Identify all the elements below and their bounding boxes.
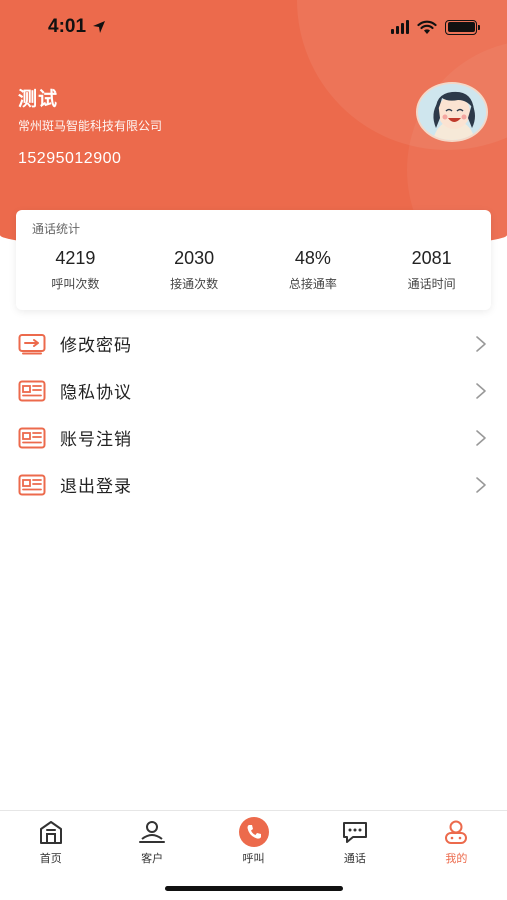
wifi-icon — [417, 20, 437, 34]
stats-title: 通话统计 — [32, 222, 81, 236]
stats-row: 4219 呼叫次数 2030 接通次数 48% 总接通率 2081 通话时间 — [16, 248, 491, 292]
chevron-right-icon — [476, 335, 486, 352]
profile-icon — [445, 820, 468, 844]
status-indicators — [391, 19, 480, 35]
stat-call-duration: 2081 通话时间 — [372, 248, 491, 292]
menu-item-label: 隐私协议 — [60, 383, 132, 403]
menu-item-delete-account[interactable]: 账号注销 — [0, 414, 507, 461]
tab-label: 客户 — [141, 852, 164, 865]
menu-item-privacy-policy[interactable]: 隐私协议 — [0, 367, 507, 414]
chevron-right-icon — [476, 382, 486, 399]
tab-label: 我的 — [445, 852, 468, 865]
tab-label: 通话 — [343, 852, 366, 865]
document-icon — [18, 427, 46, 448]
cellular-signal-icon — [391, 20, 409, 34]
password-icon — [18, 333, 46, 354]
customer-icon — [139, 821, 166, 843]
home-icon — [39, 821, 62, 844]
document-icon — [18, 474, 46, 495]
profile-info: 测试 常州斑马智能科技有限公司 15295012900 — [18, 84, 162, 168]
phone-icon — [238, 817, 269, 847]
user-name: 测试 — [18, 88, 59, 110]
stat-connected-count: 2030 接通次数 — [135, 248, 254, 292]
stat-label: 总接通率 — [288, 277, 337, 291]
home-indicator[interactable] — [165, 886, 343, 891]
chevron-right-icon — [476, 476, 486, 493]
avatar[interactable] — [416, 82, 488, 142]
stat-connect-rate: 48% 总接通率 — [254, 248, 373, 292]
tab-mine[interactable]: 我的 — [406, 817, 507, 873]
status-bar: 4:01 — [0, 0, 507, 54]
stat-value: 48% — [294, 248, 331, 268]
stat-label: 接通次数 — [170, 277, 219, 291]
stat-call-count: 4219 呼叫次数 — [16, 248, 135, 292]
settings-menu: 修改密码 隐私协议 账号注销 退出登录 — [0, 320, 507, 508]
chevron-right-icon — [476, 429, 486, 446]
stat-value: 4219 — [55, 248, 96, 268]
tab-home[interactable]: 首页 — [0, 817, 101, 873]
company-name: 常州斑马智能科技有限公司 — [18, 119, 163, 133]
status-time-text: 4:01 — [48, 16, 87, 37]
tab-label: 首页 — [39, 852, 62, 865]
menu-item-logout[interactable]: 退出登录 — [0, 461, 507, 508]
menu-item-label: 账号注销 — [60, 430, 132, 450]
battery-icon — [445, 19, 480, 35]
menu-item-label: 修改密码 — [60, 336, 132, 356]
stat-label: 呼叫次数 — [51, 277, 100, 291]
menu-item-label: 退出登录 — [60, 477, 132, 497]
stat-value: 2030 — [174, 248, 215, 268]
location-arrow-icon — [93, 21, 106, 33]
status-time: 4:01 — [48, 16, 106, 38]
stat-label: 通话时间 — [407, 277, 456, 291]
menu-item-change-password[interactable]: 修改密码 — [0, 320, 507, 367]
tab-call[interactable]: 呼叫 — [203, 817, 304, 873]
call-stats-card: 通话统计 4219 呼叫次数 2030 接通次数 48% 总接通率 2081 通… — [16, 210, 491, 310]
tab-customer[interactable]: 客户 — [101, 817, 202, 873]
user-phone: 15295012900 — [18, 150, 122, 167]
document-icon — [18, 380, 46, 401]
chat-icon — [342, 822, 367, 843]
tab-label: 呼叫 — [242, 852, 265, 865]
stat-value: 2081 — [411, 248, 452, 268]
tab-conversation[interactable]: 通话 — [304, 817, 405, 873]
